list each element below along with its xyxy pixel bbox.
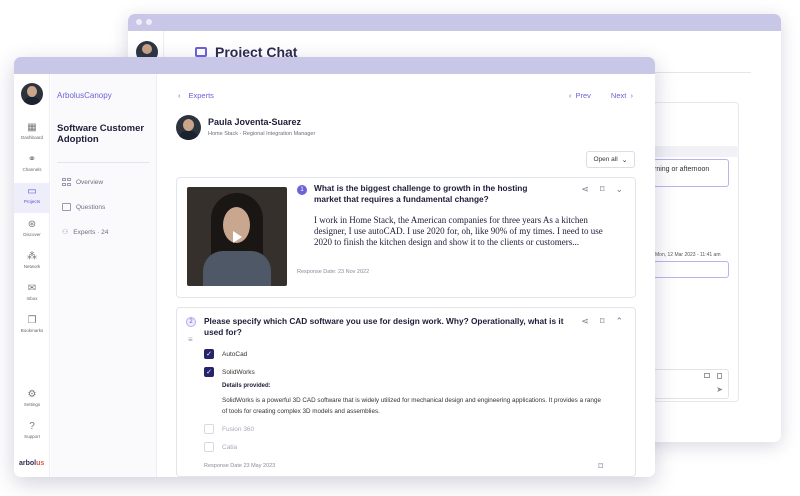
project-panel: ArbolusCanopy Software Customer Adoption… — [51, 74, 157, 477]
send-icon[interactable]: ➤ — [716, 385, 723, 394]
brand-logo: arbolus — [19, 460, 45, 467]
rail-item-network[interactable]: ⁂ Network — [14, 251, 50, 269]
option-solidworks[interactable]: ✓ SolidWorks — [204, 367, 255, 377]
card-actions: ⋖ ⌑ ⌄ — [581, 184, 623, 194]
prev-button[interactable]: ‹ Prev — [569, 91, 591, 100]
response-date: Response Date 23 May 2023 — [204, 463, 276, 469]
mail-icon: ✉ — [27, 283, 37, 294]
chat-timestamp: Mon, 12 Mar 2023 - 11:41 am — [655, 252, 721, 258]
question-card: 1 What is the biggest challenge to growt… — [176, 177, 636, 298]
rail-item-projects[interactable]: ▭ Projects — [14, 183, 50, 213]
sort-icon: ≡ — [188, 335, 193, 344]
bookmark-icon[interactable]: ⌑ — [598, 461, 603, 471]
option-catia[interactable]: Catia — [204, 442, 237, 452]
checkbox[interactable]: ✓ — [204, 367, 214, 377]
expert-role: Home Stack - Regional Integration Manage… — [208, 131, 316, 137]
folder-icon: ▭ — [27, 186, 37, 197]
question-number: 2 — [186, 317, 196, 327]
checkbox[interactable] — [204, 424, 214, 434]
user-avatar[interactable] — [21, 83, 43, 105]
details-text: SolidWorks is a powerful 3D CAD software… — [222, 397, 601, 415]
card-actions: ⋖ ⌑ ⌃ — [581, 316, 623, 326]
expert-window: ▦ Dashboard ⚭ Channels ▭ Projects ⊛ Disc… — [14, 57, 655, 477]
rail-item-dashboard[interactable]: ▦ Dashboard — [14, 122, 50, 140]
chevron-up-icon[interactable]: ⌃ — [615, 316, 623, 326]
nav-experts[interactable]: ⚇ Experts · 24 — [62, 228, 108, 237]
share-icon[interactable]: ⋖ — [581, 184, 589, 194]
option-autocad[interactable]: ✓ AutoCad — [204, 349, 247, 359]
chat-message — [653, 261, 729, 278]
bookmark-icon[interactable]: ⌑ — [600, 316, 605, 326]
window-titlebar — [14, 57, 655, 74]
rail-item-bookmarks[interactable]: ❐ Bookmarks — [14, 315, 50, 333]
network-icon: ⁂ — [27, 251, 37, 262]
play-icon[interactable] — [233, 231, 242, 243]
gear-icon: ⚙ — [27, 389, 37, 400]
nav-overview[interactable]: Overview — [62, 178, 103, 186]
question-number: 1 — [297, 185, 307, 195]
details-label: Details provided: — [222, 383, 271, 389]
chat-input[interactable]: ➤ — [653, 369, 729, 399]
calendar-icon[interactable] — [704, 373, 710, 378]
checkbox[interactable]: ✓ — [204, 349, 214, 359]
main-content: ‹ Experts ‹ Prev Next › Paula Joventa-Su… — [158, 74, 655, 477]
bookmark-icon[interactable]: ⌑ — [600, 184, 605, 194]
chevron-down-icon[interactable]: ⌄ — [615, 184, 623, 194]
rail-item-channels[interactable]: ⚭ Channels — [14, 154, 50, 172]
expert-name: Paula Joventa-Suarez — [208, 117, 302, 127]
icon-rail: ▦ Dashboard ⚭ Channels ▭ Projects ⊛ Disc… — [14, 74, 50, 477]
card-footer-actions: ⌑ — [598, 461, 603, 471]
people-icon: ⚇ — [62, 229, 69, 236]
attach-icon[interactable] — [717, 373, 722, 379]
question-text: Please specify which CAD software you us… — [204, 316, 564, 337]
answer-text: I work in Home Stack, the American compa… — [314, 215, 603, 247]
brand-name[interactable]: ArbolusCanopy — [57, 91, 112, 100]
window-controls[interactable] — [136, 19, 152, 25]
grid-icon: ▦ — [27, 122, 37, 133]
nav-questions[interactable]: Questions — [62, 203, 105, 211]
help-icon: ? — [29, 421, 35, 432]
chevron-down-icon: ⌄ — [621, 156, 628, 164]
question-card: 2 Please specify which CAD software you … — [176, 307, 636, 477]
open-all-dropdown[interactable]: Open all ⌄ — [586, 151, 635, 168]
share-icon[interactable]: ⋖ — [581, 316, 589, 326]
response-date: Response Date: 23 Nov 2022 — [297, 269, 370, 275]
chat-icon — [195, 47, 207, 57]
option-fusion-360[interactable]: Fusion 360 — [204, 424, 254, 434]
rail-item-inbox[interactable]: ✉ Inbox — [14, 283, 50, 301]
checkbox[interactable] — [204, 442, 214, 452]
back-to-experts-link[interactable]: ‹ Experts — [178, 91, 214, 100]
expert-pager: ‹ Prev Next › — [569, 91, 633, 100]
next-button[interactable]: Next › — [611, 91, 633, 100]
expert-avatar — [176, 115, 201, 140]
rail-item-support[interactable]: ? Support — [14, 421, 50, 439]
chat-message: rning or afternoon — [653, 159, 729, 187]
question-text: What is the biggest challenge to growth … — [314, 183, 528, 204]
rail-item-settings[interactable]: ⚙ Settings — [14, 389, 50, 407]
stage: Project Chat rning or afternoon Mon, 12 … — [0, 0, 800, 496]
chevron-left-icon: ‹ — [178, 91, 181, 100]
discover-icon: ⊛ — [27, 219, 37, 230]
divider — [57, 162, 150, 163]
grid-icon — [62, 178, 71, 186]
rail-item-discover[interactable]: ⊛ Discover — [14, 219, 50, 237]
chat-panel-header — [653, 146, 739, 157]
questions-icon — [62, 203, 71, 211]
channels-icon: ⚭ — [27, 154, 37, 165]
bookmark-icon: ❐ — [27, 315, 37, 326]
project-title: Software Customer Adoption — [57, 123, 145, 145]
window-titlebar — [128, 14, 781, 31]
video-thumbnail[interactable] — [187, 187, 287, 286]
